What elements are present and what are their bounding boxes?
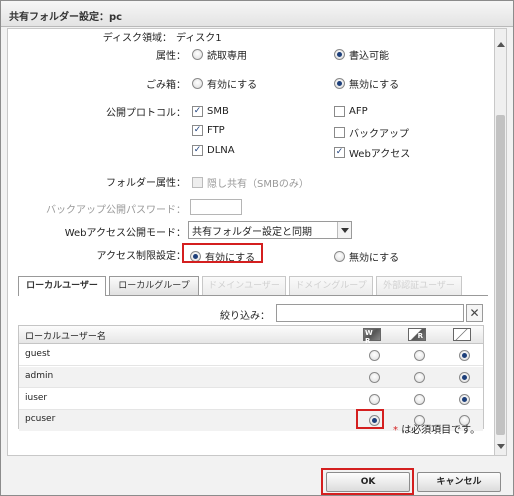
protocol-web-checkbox[interactable]: ✓ Webアクセス <box>334 145 410 160</box>
disk-value: ディスク1 <box>176 33 222 44</box>
no-access-icon <box>453 328 471 341</box>
user-name: admin <box>25 371 54 381</box>
read-write-icon: W R <box>363 328 381 345</box>
user-name: guest <box>25 349 51 359</box>
trash-label: ごみ箱： <box>146 80 186 91</box>
protocol-label: 公開プロトコル： <box>106 108 186 119</box>
checkbox-disabled-icon <box>192 177 203 188</box>
access-disable-radio[interactable]: 無効にする <box>334 249 399 264</box>
read-write-radio[interactable] <box>369 350 380 361</box>
checkbox-icon <box>334 106 345 117</box>
protocol-afp-checkbox[interactable]: AFP <box>334 106 368 117</box>
access-enable-highlight <box>182 243 263 263</box>
attribute-readonly-radio[interactable]: 読取専用 <box>192 47 247 62</box>
tab-external-users: 外部認証ユーザー <box>376 276 462 295</box>
protocol-smb-checkbox[interactable]: ✓ SMB <box>192 106 229 117</box>
folder-attr-label: フォルダー属性： <box>106 178 186 189</box>
clear-filter-button[interactable]: ✕ <box>466 304 483 322</box>
hidden-share-checkbox[interactable]: 隠し共有（SMBのみ） <box>192 175 309 190</box>
radio-selected-icon <box>334 49 345 60</box>
table-row: guest <box>19 345 483 366</box>
web-mode-select[interactable]: 共有フォルダー設定と同期 <box>188 221 352 239</box>
no-access-radio[interactable] <box>459 350 470 361</box>
read-write-radio[interactable] <box>369 394 380 405</box>
user-type-tabs: ローカルユーザー ローカルグループ ドメインユーザー ドメイングループ 外部認証… <box>18 276 488 296</box>
backup-password-label: バックアップ公開パスワード： <box>46 205 186 216</box>
read-only-radio[interactable] <box>414 372 425 383</box>
table-row: admin <box>19 367 483 388</box>
protocol-dlna-checkbox[interactable]: ✓ DLNA <box>192 145 235 156</box>
required-star: * <box>393 425 398 436</box>
access-restriction-label: アクセス制限設定： <box>96 251 187 262</box>
tab-domain-groups: ドメイングループ <box>289 276 373 295</box>
tab-local-groups[interactable]: ローカルグループ <box>109 276 199 295</box>
vertical-scrollbar[interactable] <box>495 28 507 456</box>
table-row: iuser <box>19 389 483 410</box>
no-access-radio[interactable] <box>459 394 470 405</box>
filter-label: 絞り込み： <box>220 311 270 322</box>
read-write-radio[interactable] <box>369 372 380 383</box>
attribute-label: 属性： <box>156 51 186 62</box>
disk-label: ディスク領域： <box>102 33 172 44</box>
close-icon: ✕ <box>469 306 480 320</box>
checkbox-checked-icon: ✓ <box>192 145 203 156</box>
tab-domain-users: ドメインユーザー <box>202 276 286 295</box>
shared-folder-dialog: 共有フォルダー設定：pc ディスク領域： ディスク1 属性： 読取専用 書込可能… <box>0 0 514 496</box>
scroll-down-icon[interactable] <box>497 444 505 449</box>
settings-panel: ディスク領域： ディスク1 属性： 読取専用 書込可能 ごみ箱： 有効にする 無… <box>7 28 495 456</box>
checkbox-icon <box>334 127 345 138</box>
dialog-titlebar[interactable]: 共有フォルダー設定：pc <box>1 1 513 27</box>
protocol-ftp-checkbox[interactable]: ✓ FTP <box>192 125 225 136</box>
table-header: ローカルユーザー名 W R R <box>19 326 483 345</box>
dialog-title: 共有フォルダー設定：pc <box>9 12 123 23</box>
scroll-thumb[interactable] <box>496 115 505 435</box>
tab-local-users[interactable]: ローカルユーザー <box>18 276 106 296</box>
checkbox-checked-icon: ✓ <box>192 125 203 136</box>
no-access-radio[interactable] <box>459 372 470 383</box>
trash-disable-radio[interactable]: 無効にする <box>334 76 399 91</box>
backup-password-input[interactable] <box>190 199 242 215</box>
user-name: pcuser <box>25 414 56 424</box>
read-only-radio[interactable] <box>414 350 425 361</box>
cancel-button[interactable]: キャンセル <box>417 472 501 492</box>
radio-icon <box>192 49 203 60</box>
radio-selected-icon <box>334 78 345 89</box>
checkbox-checked-icon: ✓ <box>334 147 345 158</box>
required-text: は必須項目です。 <box>401 425 481 436</box>
user-name: iuser <box>25 393 48 403</box>
radio-icon <box>334 251 345 262</box>
chevron-down-icon <box>337 222 351 238</box>
protocol-backup-checkbox[interactable]: バックアップ <box>334 125 409 140</box>
attribute-writable-radio[interactable]: 書込可能 <box>334 47 389 62</box>
required-note: * は必須項目です。 <box>393 421 480 436</box>
ok-button-highlight <box>321 468 414 495</box>
trash-enable-radio[interactable]: 有効にする <box>192 76 257 91</box>
filter-input[interactable] <box>276 304 464 322</box>
checkbox-checked-icon: ✓ <box>192 106 203 117</box>
scroll-up-icon[interactable] <box>497 42 505 47</box>
pcuser-rw-highlight <box>356 409 384 429</box>
user-permission-table: ローカルユーザー名 W R R guest admin iuser pcuser <box>18 325 484 431</box>
read-only-radio[interactable] <box>414 394 425 405</box>
radio-icon <box>192 78 203 89</box>
column-user-name: ローカルユーザー名 <box>25 332 106 342</box>
read-only-icon: R <box>408 328 426 341</box>
web-mode-label: Webアクセス公開モード： <box>64 228 186 239</box>
